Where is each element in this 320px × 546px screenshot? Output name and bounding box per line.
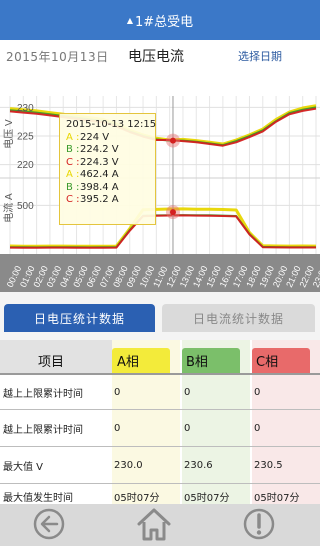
header-phase-c: C相 (256, 355, 279, 370)
tooltip-row: B :398.4 A (66, 182, 155, 195)
table-cell: 230.0 (114, 459, 143, 471)
tooltip-value: 398.4 A (80, 181, 119, 193)
y-tick-label-voltage: 220 (17, 160, 34, 171)
row-label: 越上上限累计时间 (3, 424, 83, 436)
home-icon[interactable] (136, 507, 172, 541)
header-phase-a: A相 (117, 355, 139, 370)
series-line-current-B (9, 214, 316, 249)
crosshair-current-dot-core (169, 209, 176, 216)
table-cell: 0 (184, 386, 191, 398)
table-cell: 0 (114, 386, 121, 398)
dropdown-triangle-icon: ▲ (126, 15, 133, 25)
table-cell: 0 (254, 386, 261, 398)
table-cell: 05时07分 (254, 493, 300, 504)
tooltip-row: C :395.2 A (66, 194, 155, 207)
y-tick-label-voltage: 230 (17, 103, 34, 114)
y-axis-label-current: 电流 A (2, 193, 15, 223)
tooltip-row: C :224.3 V (66, 157, 155, 170)
tooltip-value: 224 V (80, 131, 110, 143)
tab-current-stats[interactable]: 日电流统计数据 (162, 304, 315, 332)
tooltip-value: 224.3 V (80, 156, 119, 168)
tooltip-row: A :462.4 A (66, 169, 155, 182)
series-line-current-C (9, 214, 316, 249)
table-cell: 0 (254, 422, 261, 434)
tooltip-key: A : (66, 169, 80, 180)
tooltip-value: 224.2 V (80, 144, 119, 155)
stats-tabs: 日电压统计数据 日电流统计数据 (0, 292, 320, 340)
y-tick-label-voltage: 225 (17, 132, 34, 143)
tooltip-key: B : (66, 181, 80, 193)
voltage-current-chart[interactable]: 230 225 220 500 电压 V 电流 A (0, 96, 320, 254)
tooltip-timestamp: 2015-10-13 12:15 (66, 119, 157, 130)
tooltip-key: C : (66, 156, 80, 168)
current-date: 2015年10月13日 (6, 49, 109, 64)
stats-table: 项目 A相 B相 C相 越上上限累计时间 0 0 0 越上上限累计时间 0 0 … (0, 340, 320, 504)
table-cell: 05时07分 (184, 493, 230, 504)
y-axis-label-voltage: 电压 V (2, 119, 15, 149)
y-tick-label-current: 500 (17, 201, 34, 212)
header-item: 项目 (38, 355, 65, 370)
tooltip-key: A : (66, 131, 80, 143)
back-arrow-icon[interactable] (33, 508, 65, 540)
page-title: 1#总受电 (134, 14, 194, 30)
header-phase-b: B相 (186, 355, 208, 370)
table-cell: 0 (184, 422, 191, 434)
bottom-nav (0, 504, 320, 546)
crosshair-voltage-dot-core (169, 137, 176, 144)
chart-tooltip: 2015-10-13 12:15 A :224 VB :224.2 VC :22… (59, 113, 156, 225)
table-cell: 05时07分 (114, 493, 160, 504)
tooltip-value: 462.4 A (80, 169, 119, 180)
title-bar[interactable]: ▲ 1#总受电 (0, 0, 320, 40)
chart-title: 电压电流 (128, 49, 184, 65)
alert-icon[interactable] (243, 508, 275, 540)
table-cell: 0 (114, 422, 121, 434)
tooltip-key: B : (66, 144, 80, 155)
table-cell: 230.5 (254, 459, 283, 471)
tab-voltage-stats[interactable]: 日电压统计数据 (4, 304, 155, 332)
tooltip-value: 395.2 A (80, 194, 119, 205)
row-label: 最大值发生时间 (3, 493, 73, 504)
tooltip-row: A :224 V (66, 132, 155, 145)
tooltip-key: C : (66, 194, 80, 205)
table-cell: 230.6 (184, 459, 213, 471)
row-label: 最大值 V (3, 461, 44, 473)
row-label: 越上上限累计时间 (3, 388, 83, 400)
tooltip-row: B :224.2 V (66, 144, 155, 157)
time-axis: 00:00 01:00 02:00 03:00 04:00 05:00 06:00 07:00… (0, 254, 320, 292)
pick-date-button[interactable]: 选择日期 (238, 48, 282, 64)
chart-toolbar: 2015年10月13日 电压电流 选择日期 (0, 40, 320, 72)
